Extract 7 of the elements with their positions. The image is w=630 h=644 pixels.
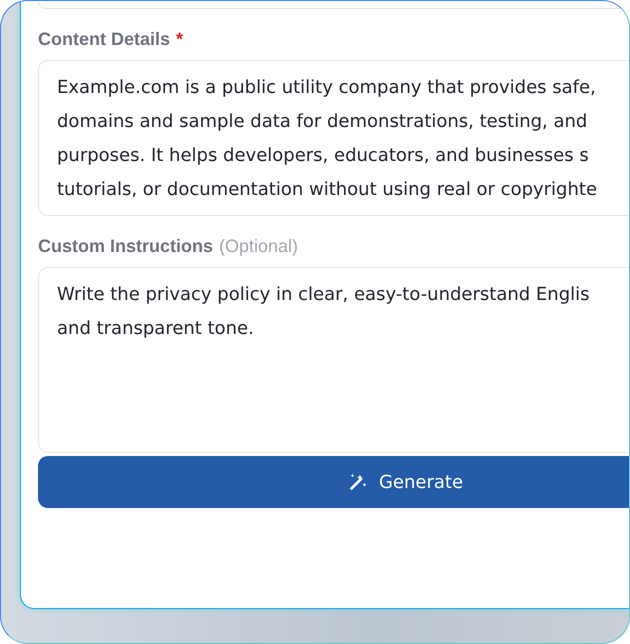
- required-mark: *: [176, 29, 184, 50]
- field-label: Content Details: [38, 29, 170, 50]
- optional-hint: (Optional): [219, 236, 298, 257]
- content-details-field[interactable]: Example.com is a public utility company that provides safe, domains and sample data for demonstrations, testing, and purposes. It helps developers, educators, and businesses s tutorials, or documentation without using real or copyrighte: [38, 60, 629, 216]
- generate-button[interactable]: Generate: [38, 456, 629, 508]
- field-label: Custom Instructions: [38, 236, 214, 257]
- custom-instructions-field[interactable]: Write the privacy policy in clear, easy-to-understand Englis and transparent tone.: [38, 267, 629, 453]
